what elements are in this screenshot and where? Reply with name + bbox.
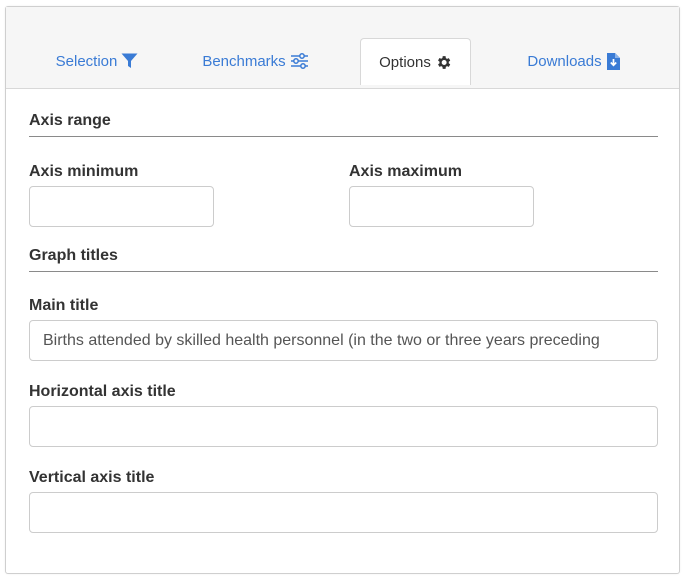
vertical-axis-title-label: Vertical axis title	[29, 469, 155, 486]
tab-downloads[interactable]: Downloads	[511, 38, 636, 84]
sliders-icon	[290, 53, 309, 69]
tab-selection-label: Selection	[55, 52, 118, 70]
axis-range-heading: Axis range	[29, 112, 658, 137]
tab-benchmarks-label: Benchmarks	[202, 52, 286, 70]
tab-selection[interactable]: Selection	[37, 38, 157, 84]
graph-titles-heading: Graph titles	[29, 247, 658, 272]
horizontal-axis-title-input[interactable]	[29, 406, 658, 447]
axis-maximum-input[interactable]	[349, 186, 534, 227]
axis-maximum-label: Axis maximum	[349, 163, 462, 180]
tab-benchmarks[interactable]: Benchmarks	[193, 38, 318, 84]
axis-minimum-input[interactable]	[29, 186, 214, 227]
tab-options[interactable]: Options	[360, 38, 471, 85]
horizontal-axis-title-label: Horizontal axis title	[29, 383, 176, 400]
tab-options-label: Options	[379, 53, 431, 71]
axis-minimum-label: Axis minimum	[29, 163, 139, 180]
tab-bar: Selection Benchmarks Options Downloads	[6, 7, 679, 89]
tab-downloads-label: Downloads	[527, 52, 602, 70]
options-panel: Selection Benchmarks Options Downloads A…	[5, 6, 680, 574]
gear-icon	[435, 54, 452, 71]
file-download-icon	[606, 52, 620, 70]
main-title-input[interactable]: Births attended by skilled health person…	[29, 320, 658, 361]
main-title-label: Main title	[29, 297, 99, 314]
filter-icon	[121, 53, 138, 69]
vertical-axis-title-input[interactable]	[29, 492, 658, 533]
